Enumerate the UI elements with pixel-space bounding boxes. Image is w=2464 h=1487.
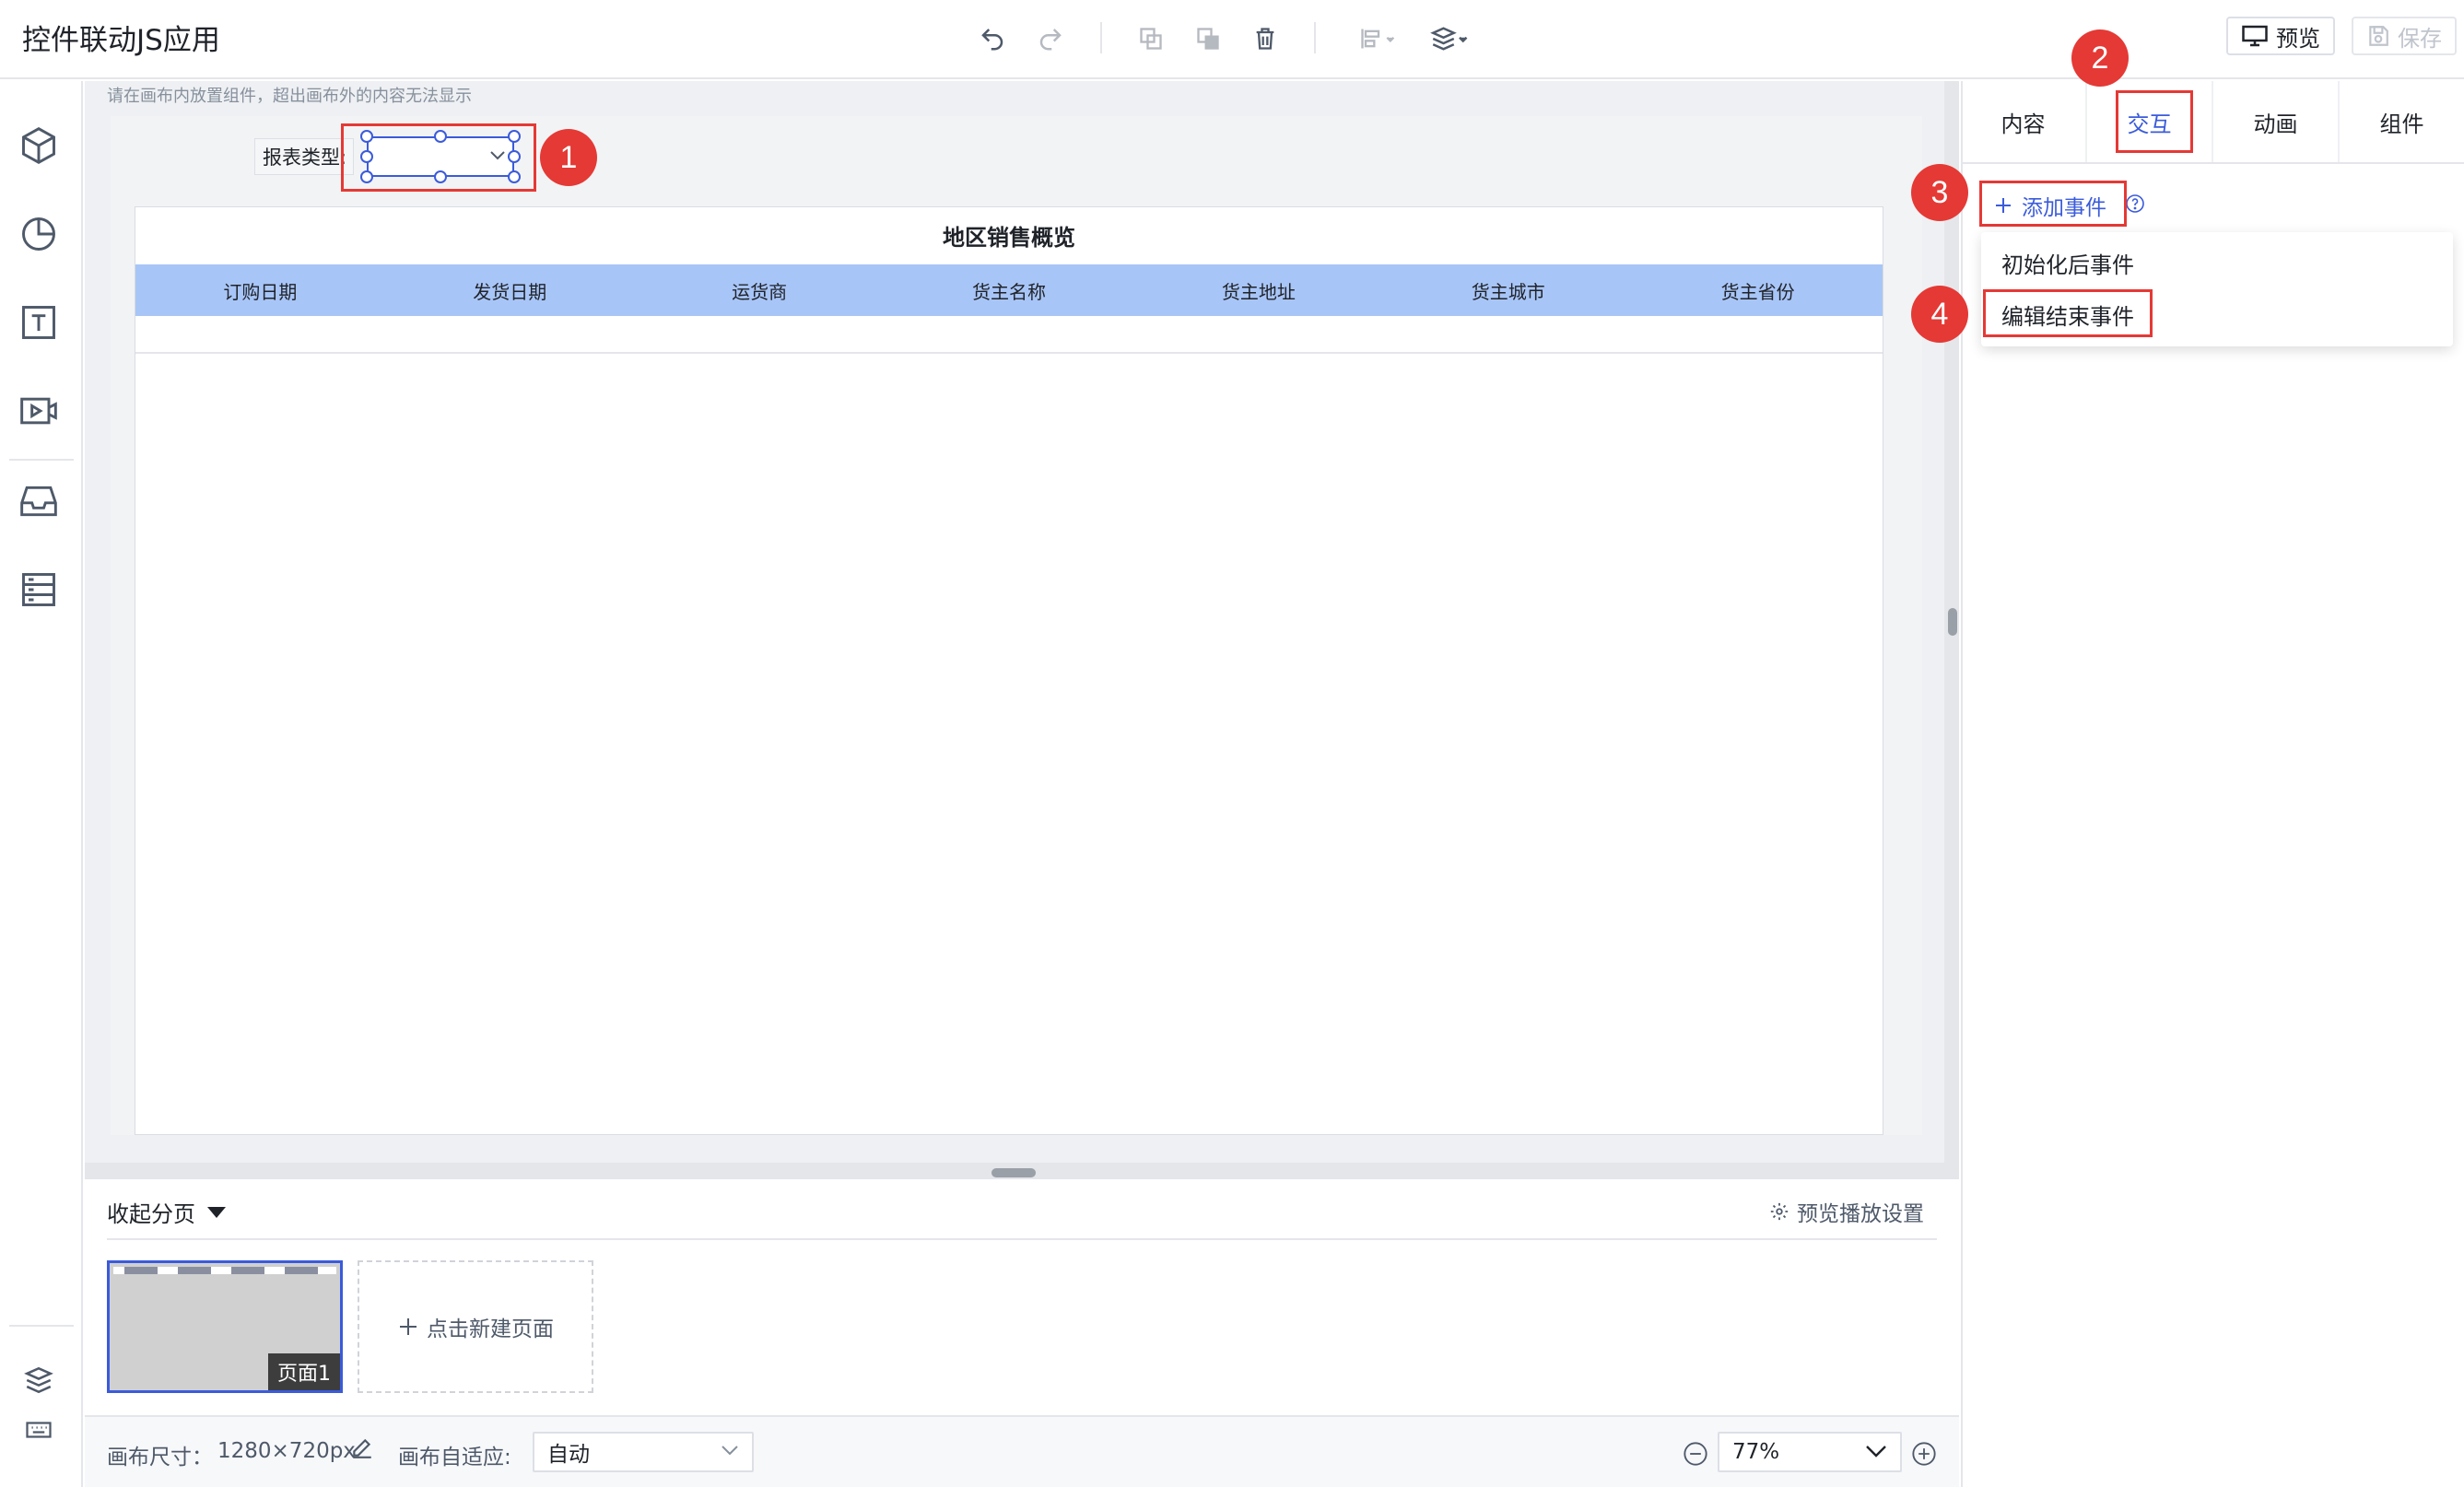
align-icon[interactable] — [1351, 20, 1406, 57]
table-header-row: 订购日期 发货日期 运货商 货主名称 货主地址 货主城市 货主省份 — [135, 264, 1883, 316]
cube-icon[interactable] — [17, 123, 61, 168]
thumbnail-mark — [178, 1267, 211, 1274]
chevron-down-icon — [1865, 1445, 1887, 1459]
canvas-adapt-value: 自动 — [547, 1443, 590, 1467]
save-label: 保存 — [2398, 25, 2442, 52]
toolbar-divider — [1100, 22, 1102, 53]
callout-highlight-2 — [2116, 90, 2193, 153]
page-thumbnail-label: 页面1 — [268, 1353, 340, 1390]
server-list-icon[interactable] — [17, 568, 61, 612]
pencil-icon — [350, 1435, 374, 1459]
table-widget[interactable]: 地区销售概览 订购日期 发货日期 运货商 货主名称 货主地址 货主城市 货主省份 — [135, 206, 1883, 1135]
caret-down-icon — [206, 1206, 227, 1219]
vertical-scrollbar-thumb[interactable] — [1948, 608, 1957, 636]
save-button[interactable]: 保存 — [2352, 17, 2457, 55]
splitter-handle[interactable] — [991, 1168, 1036, 1177]
text-icon[interactable] — [17, 300, 61, 345]
preview-play-settings-button[interactable]: 预览播放设置 — [1769, 1196, 1924, 1227]
column-header[interactable]: 货主城市 — [1383, 264, 1633, 316]
filter-label: 报表类型: — [254, 138, 354, 175]
zoom-value: 77% — [1732, 1440, 1780, 1464]
canvas-adapt-select[interactable]: 自动 — [533, 1432, 754, 1472]
right-panel-tabs: 内容 交互 动画 组件 — [1961, 81, 2464, 164]
gear-icon — [1769, 1201, 1789, 1222]
delete-icon[interactable] — [1247, 20, 1284, 57]
column-header[interactable]: 货主名称 — [885, 264, 1134, 316]
table-row-divider — [135, 352, 1883, 354]
menu-item-after-init-event[interactable]: 初始化后事件 — [2001, 247, 2134, 279]
callout-highlight-4 — [1983, 289, 2153, 337]
callout-highlight-1 — [341, 123, 536, 192]
collapse-pages-toggle[interactable]: 收起分页 — [107, 1196, 227, 1228]
play-settings-label: 预览播放设置 — [1797, 1202, 1924, 1226]
callout-badge-3: 3 — [1911, 164, 1968, 221]
column-header[interactable]: 订购日期 — [135, 264, 385, 316]
canvas-adapt-label: 画布自适应: — [398, 1446, 511, 1469]
callout-badge-1: 1 — [540, 129, 597, 186]
plus-icon — [397, 1316, 419, 1338]
copy-icon[interactable] — [1132, 20, 1169, 57]
tab-content[interactable]: 内容 — [1961, 81, 2087, 162]
column-header[interactable]: 货主省份 — [1633, 264, 1883, 316]
page-thumbnail[interactable]: 页面1 — [107, 1260, 343, 1393]
chevron-down-icon — [721, 1445, 739, 1458]
layers-stack-icon[interactable] — [1423, 20, 1478, 57]
thumbnail-mark — [124, 1267, 158, 1274]
preview-label: 预览 — [2276, 25, 2320, 52]
inbox-icon[interactable] — [17, 479, 61, 523]
left-rail — [0, 81, 83, 1487]
pages-divider — [107, 1238, 1937, 1240]
collapse-pages-label: 收起分页 — [107, 1201, 195, 1227]
canvas-hint: 请在画布内放置组件，超出画布外的内容无法显示 — [107, 87, 472, 106]
rail-divider — [9, 459, 74, 461]
callout-badge-2: 2 — [2071, 29, 2129, 87]
keyboard-icon[interactable] — [17, 1408, 61, 1452]
new-page-button[interactable]: 点击新建页面 — [358, 1260, 593, 1393]
help-icon[interactable] — [2125, 193, 2145, 214]
video-icon[interactable] — [17, 389, 61, 433]
toolbar-divider — [1314, 22, 1316, 53]
zoom-select[interactable]: 77% — [1718, 1432, 1902, 1472]
paste-icon[interactable] — [1190, 20, 1226, 57]
table-title: 地区销售概览 — [943, 224, 1075, 251]
rail-divider — [9, 1325, 74, 1327]
canvas-size-label: 画布尺寸： — [107, 1446, 213, 1469]
pie-chart-icon[interactable] — [17, 212, 61, 256]
thumbnail-mark — [285, 1267, 318, 1274]
zoom-in-button[interactable] — [1911, 1441, 1937, 1467]
column-header[interactable]: 运货商 — [635, 264, 885, 316]
save-icon — [2366, 24, 2390, 48]
edit-size-button[interactable] — [350, 1435, 374, 1459]
redo-icon[interactable] — [1032, 20, 1069, 57]
undo-icon[interactable] — [974, 20, 1011, 57]
canvas-size-value: 1280×720px — [217, 1439, 356, 1463]
column-header[interactable]: 发货日期 — [385, 264, 635, 316]
app-title: 控件联动JS应用 — [22, 24, 220, 57]
tab-animation[interactable]: 动画 — [2213, 81, 2340, 162]
new-page-label: 点击新建页面 — [427, 1317, 554, 1341]
layers-icon[interactable] — [17, 1358, 61, 1402]
callout-badge-4: 4 — [1911, 286, 1968, 343]
monitor-icon — [2241, 24, 2269, 48]
minus-circle-icon — [1683, 1441, 1708, 1467]
tab-components[interactable]: 组件 — [2340, 81, 2464, 162]
plus-circle-icon — [1911, 1441, 1937, 1467]
column-header[interactable]: 货主地址 — [1133, 264, 1383, 316]
preview-button[interactable]: 预览 — [2226, 17, 2335, 55]
callout-highlight-3 — [1979, 181, 2127, 227]
thumbnail-mark — [231, 1267, 264, 1274]
zoom-out-button[interactable] — [1683, 1441, 1708, 1467]
